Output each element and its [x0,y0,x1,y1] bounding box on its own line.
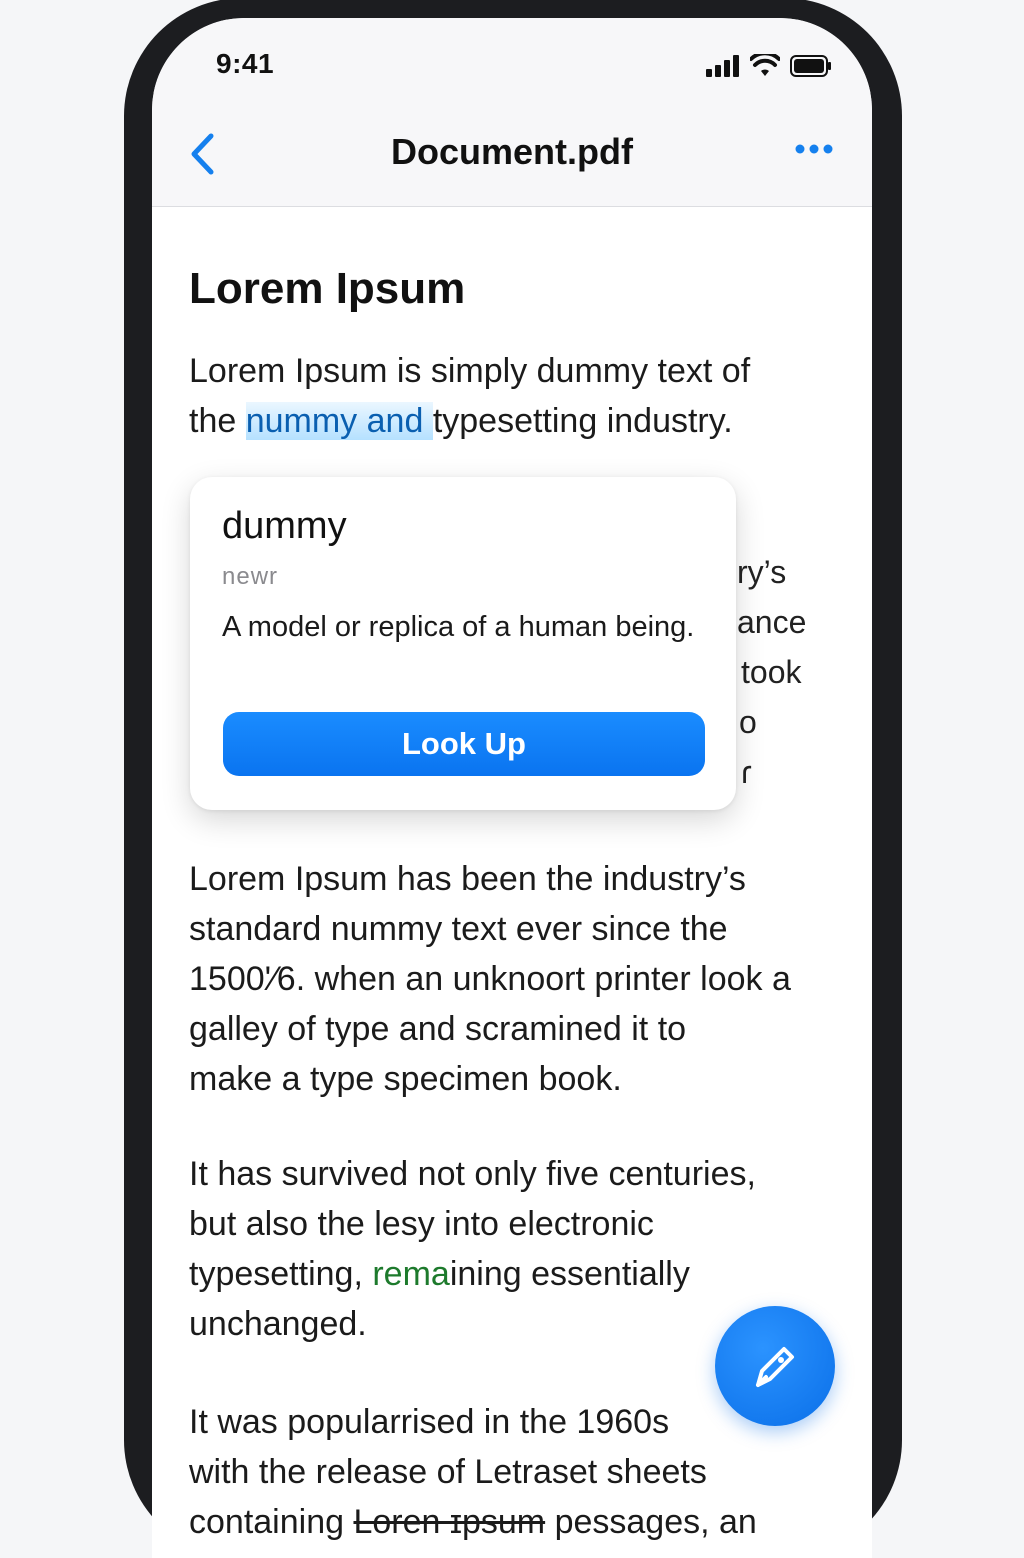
p3-line: ining essentially [449,1255,690,1293]
p2-line: standard nummy text ever since the [189,910,728,948]
peek-text: ry’s [737,554,787,590]
popover-word: dummy [222,505,347,547]
p2-line: make a type specimen book. [189,1060,622,1098]
wifi-icon [750,54,780,76]
p4-line: with the release of Letraset sheets [189,1453,707,1491]
battery-icon [790,55,831,77]
p3-line: typesetting, [189,1255,373,1293]
annotate-button[interactable] [715,1306,835,1426]
pen-icon [756,1347,794,1387]
popover-definition: A model or replica of a human being. [222,611,695,643]
p2-line: galley of type and scramined it to [189,1010,687,1048]
p4-line: It was popularrised in the 1960s [189,1403,670,1441]
paragraph-2: Lorem Ipsum has been the industry’s stan… [189,854,859,1104]
p2-line: Lorem Ipsum has been the industry’s [189,860,746,898]
peek-text: ɾ [741,754,752,790]
strikethrough-text: Loren ɪpsum [353,1503,546,1541]
more-icon [795,144,833,154]
p4-line: containing [189,1503,354,1541]
peek-text: took [741,654,802,690]
p2-line: 1500'⁄6. when an unknoort printer look a [189,960,791,998]
p4-line: pessages, an [545,1503,757,1541]
p3-line: It has survived not only five centuries, [189,1155,756,1193]
p1-line2-post: typesetting industry. [432,402,733,440]
screen: 9:41 Document.pdf Lorem Ipsum Lorem Ipsu… [152,18,872,1558]
peek-text: ance [737,604,807,640]
peek-text: o [739,704,757,740]
p1-line1: Lorem Ipsum is simply dummy text of [189,352,751,390]
p3-line: unchanged. [189,1305,367,1343]
p1-line2-pre: the [189,402,246,440]
nav-title: Document.pdf [391,131,633,172]
nav-header: 9:41 Document.pdf [152,18,872,207]
more-button[interactable] [794,142,834,156]
popover-part-of-speech: newr [222,563,279,590]
p3-line: but also the lesy into electronic [189,1205,654,1243]
status-time: 9:41 [216,48,275,79]
status-icons [706,54,832,78]
look-up-button[interactable]: Look Up [223,712,705,776]
highlighted-selection[interactable]: nummy and [245,402,433,440]
green-text: rema [372,1255,450,1293]
document-heading: Lorem Ipsum [189,264,466,313]
signal-icon [706,55,739,77]
paragraph-1: Lorem Ipsum is simply dummy text of the … [189,346,859,446]
dictionary-popover: dummy newr A model or replica of a human… [190,477,736,810]
